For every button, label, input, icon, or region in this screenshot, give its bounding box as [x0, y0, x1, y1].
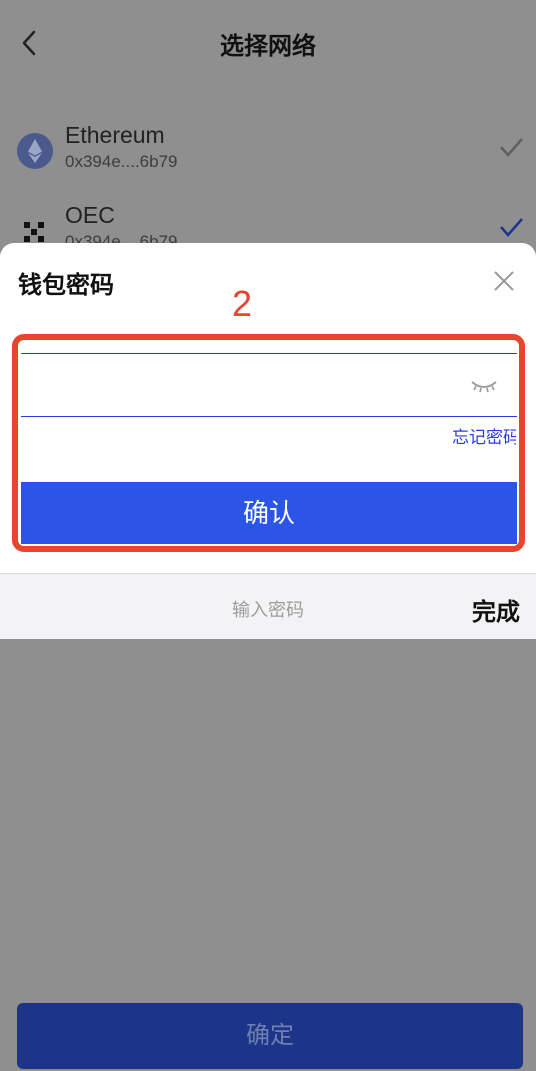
- close-icon[interactable]: [490, 267, 518, 295]
- bottom-confirm-button[interactable]: 确定: [17, 1003, 523, 1069]
- keyboard-placeholder: 输入密码: [232, 600, 304, 620]
- check-icon: [500, 218, 523, 237]
- network-address: 0x394e....6b79: [65, 152, 178, 171]
- network-item-ethereum[interactable]: Ethereum 0x394e....6b79: [0, 112, 536, 198]
- network-name: Ethereum: [65, 122, 165, 148]
- ethereum-icon: [17, 133, 53, 169]
- step-number-annotation: 2: [232, 283, 253, 324]
- highlight-box-annotation: [12, 334, 525, 552]
- keyboard-done-button[interactable]: 完成: [472, 592, 520, 627]
- network-name: OEC: [65, 202, 115, 228]
- page-title: 选择网络: [220, 33, 316, 60]
- check-icon: [500, 138, 523, 157]
- keyboard-toolbar: 输入密码 完成: [0, 573, 536, 639]
- password-modal: 钱包密码 2 忘记密码 确认: [0, 243, 536, 573]
- modal-title: 钱包密码: [18, 272, 114, 299]
- header: 选择网络: [0, 0, 536, 88]
